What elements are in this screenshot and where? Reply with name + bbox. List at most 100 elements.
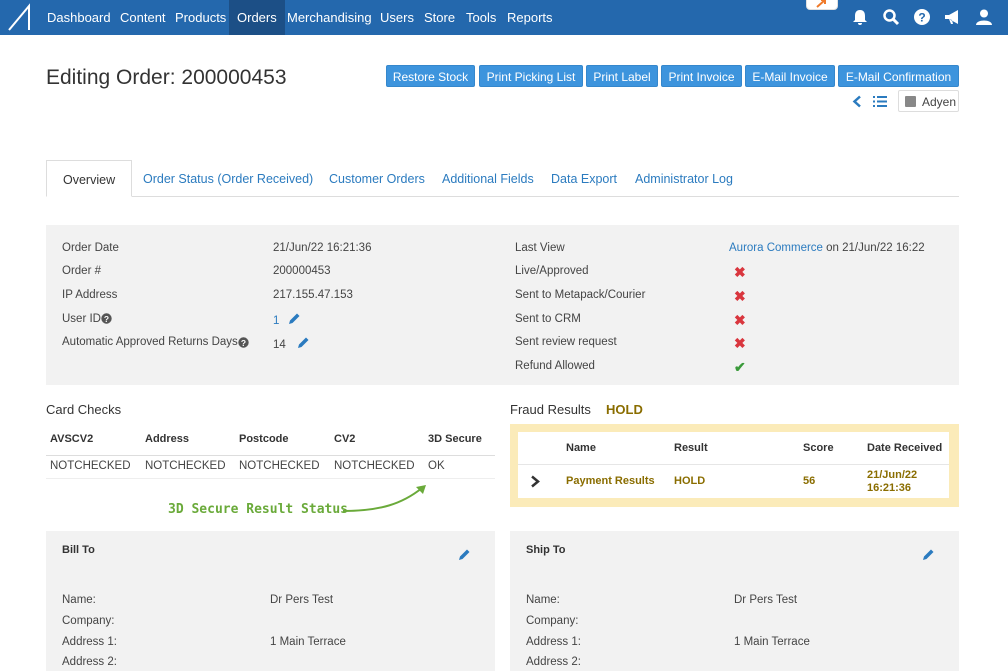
- flag-metapack-label: Sent to Metapack/Courier: [515, 289, 646, 301]
- cross-icon: ✖: [734, 264, 746, 280]
- cc-value-cv2: NOTCHECKED: [334, 460, 415, 472]
- bill-name-value: Dr Pers Test: [270, 594, 334, 606]
- nav-orders[interactable]: Orders: [229, 0, 285, 35]
- cc-value-3dsecure: OK: [428, 460, 445, 472]
- nav-dashboard[interactable]: Dashboard: [47, 0, 111, 35]
- print-picking-list-button[interactable]: Print Picking List: [479, 65, 583, 87]
- back-chevron-icon[interactable]: [851, 95, 863, 108]
- logo-icon[interactable]: [0, 0, 38, 35]
- tab-data-export[interactable]: Data Export: [551, 160, 617, 197]
- megaphone-icon[interactable]: [943, 8, 963, 26]
- list-icon[interactable]: [873, 95, 887, 108]
- ship-address1-value: 1 Main Terrace: [734, 636, 810, 648]
- print-invoice-button[interactable]: Print Invoice: [661, 65, 742, 87]
- edit-pencil-icon[interactable]: [922, 548, 935, 561]
- bill-to-title: Bill To: [62, 544, 95, 556]
- info-icon[interactable]: ?: [101, 313, 112, 324]
- info-icon[interactable]: ?: [238, 337, 249, 348]
- order-date-label: Order Date: [62, 242, 119, 254]
- flag-crm-label: Sent to CRM: [515, 313, 581, 325]
- cc-header-postcode: Postcode: [239, 433, 289, 445]
- edit-pencil-icon[interactable]: [297, 336, 310, 349]
- cc-value-address: NOTCHECKED: [145, 460, 226, 472]
- fraud-row-name: Payment Results: [566, 475, 655, 487]
- fraud-header-date: Date Received: [867, 442, 943, 454]
- user-id-label: User ID: [62, 313, 101, 325]
- ship-address2-label: Address 2:: [526, 656, 581, 668]
- fraud-results-title: Fraud Results: [510, 402, 591, 417]
- bill-name-label: Name:: [62, 594, 96, 606]
- arrow-up-icon: [816, 0, 826, 8]
- cc-header-3dsecure: 3D Secure: [428, 433, 482, 445]
- quick-launch-tab[interactable]: [806, 0, 838, 10]
- user-id-link[interactable]: 1: [273, 315, 279, 327]
- edit-pencil-icon[interactable]: [288, 312, 301, 325]
- last-view-user-link[interactable]: Aurora Commerce: [729, 242, 823, 254]
- ip-address-value: 217.155.47.153: [273, 289, 353, 301]
- card-checks-title: Card Checks: [46, 402, 122, 417]
- tab-order-status[interactable]: Order Status (Order Received): [143, 160, 313, 197]
- nav-merchandising[interactable]: Merchandising: [287, 0, 372, 35]
- order-number-label: Order #: [62, 265, 101, 277]
- help-icon[interactable]: ?: [913, 8, 931, 26]
- flag-review-label: Sent review request: [515, 336, 617, 348]
- fraud-row-result: HOLD: [674, 475, 706, 487]
- divider: [46, 455, 495, 456]
- divider: [518, 464, 949, 465]
- search-icon[interactable]: [882, 8, 900, 26]
- tab-customer-orders[interactable]: Customer Orders: [329, 160, 425, 197]
- adyen-button[interactable]: Adyen: [898, 90, 959, 112]
- nav-users[interactable]: Users: [380, 0, 414, 35]
- page-title: Editing Order: 200000453: [46, 66, 287, 89]
- nav-tools[interactable]: Tools: [466, 0, 496, 35]
- fraud-header-score: Score: [803, 442, 834, 454]
- svg-text:?: ?: [918, 11, 925, 25]
- order-date-value: 21/Jun/22 16:21:36: [273, 242, 372, 254]
- bill-address1-label: Address 1:: [62, 636, 117, 648]
- last-view-date: on 21/Jun/22 16:22: [822, 242, 925, 254]
- nav-products[interactable]: Products: [175, 0, 226, 35]
- ship-address1-label: Address 1:: [526, 636, 581, 648]
- divider: [46, 478, 495, 479]
- ship-name-label: Name:: [526, 594, 560, 606]
- check-icon: ✔: [734, 359, 746, 375]
- fraud-status-badge: HOLD: [606, 402, 643, 417]
- order-number-value: 200000453: [273, 265, 331, 277]
- restore-stock-button[interactable]: Restore Stock: [386, 65, 475, 87]
- fraud-row-date: 21/Jun/22: [867, 469, 918, 481]
- fraud-row-score: 56: [803, 475, 816, 487]
- ship-name-value: Dr Pers Test: [734, 594, 798, 606]
- print-label-button[interactable]: Print Label: [586, 65, 658, 87]
- top-nav-bar: Dashboard Content Products Orders Mercha…: [0, 0, 1008, 35]
- nav-content[interactable]: Content: [120, 0, 166, 35]
- cc-header-avscv2: AVSCV2: [50, 433, 94, 445]
- tab-additional-fields[interactable]: Additional Fields: [442, 160, 534, 197]
- adyen-label: Adyen: [922, 95, 957, 109]
- cc-value-postcode: NOTCHECKED: [239, 460, 320, 472]
- bill-address2-label: Address 2:: [62, 656, 117, 668]
- user-icon[interactable]: [975, 8, 993, 26]
- last-view-label: Last View: [515, 242, 565, 254]
- email-invoice-button[interactable]: E-Mail Invoice: [745, 65, 835, 87]
- bill-address1-value: 1 Main Terrace: [270, 636, 346, 648]
- email-confirmation-button[interactable]: E-Mail Confirmation: [838, 65, 959, 87]
- annotation-label: 3D Secure Result Status: [168, 502, 349, 517]
- last-view-value: Aurora Commerce on 21/Jun/22 16:22: [729, 242, 925, 254]
- svg-text:?: ?: [241, 338, 246, 348]
- flag-refund-label: Refund Allowed: [515, 360, 595, 372]
- annotation-arrow-icon: [342, 485, 426, 512]
- cross-icon: ✖: [734, 288, 746, 304]
- tab-overview[interactable]: Overview: [46, 160, 133, 197]
- expand-chevron-icon[interactable]: [529, 475, 541, 488]
- flag-live-approved-label: Live/Approved: [515, 265, 589, 277]
- tab-administrator-log[interactable]: Administrator Log: [635, 160, 733, 197]
- cc-value-avscv2: NOTCHECKED: [50, 460, 131, 472]
- edit-pencil-icon[interactable]: [458, 548, 471, 561]
- fraud-header-result: Result: [674, 442, 708, 454]
- cross-icon: ✖: [734, 312, 746, 328]
- nav-store[interactable]: Store: [424, 0, 455, 35]
- bell-icon[interactable]: [851, 8, 869, 26]
- fraud-header-name: Name: [566, 442, 596, 454]
- nav-reports[interactable]: Reports: [507, 0, 553, 35]
- returns-days-label: Automatic Approved Returns Days: [62, 336, 238, 348]
